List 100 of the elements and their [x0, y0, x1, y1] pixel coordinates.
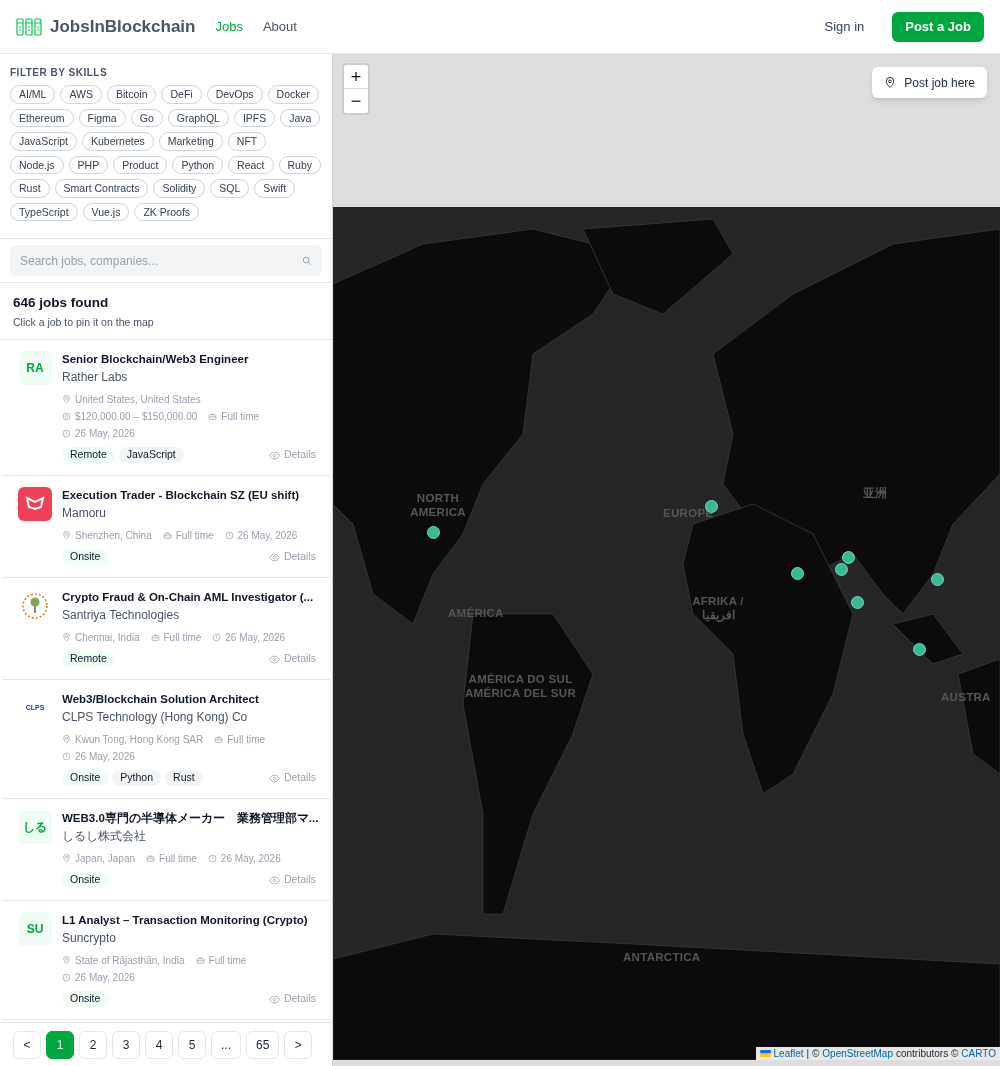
job-title[interactable]: L1 Analyst – Transaction Monitoring (Crypto) [62, 912, 308, 928]
location-pin-icon [62, 956, 71, 965]
post-job-here-button[interactable]: Post job here [872, 67, 987, 98]
nav-link[interactable]: About [262, 16, 297, 37]
page-button[interactable]: 3 [112, 1030, 140, 1059]
attribution-link[interactable]: OpenStreetMap [822, 1046, 893, 1061]
map-label: AUSTRA [941, 690, 991, 704]
skill-chip[interactable]: ZK Proofs [134, 202, 200, 221]
flag-icon [759, 1050, 771, 1057]
skill-chip[interactable]: Ruby [278, 155, 322, 174]
work-mode-tag: Onsite [62, 991, 109, 1007]
company-name: Mamoru [62, 505, 107, 521]
skill-chip[interactable]: Swift [254, 179, 296, 198]
job-title[interactable]: Web3/Blockchain Solution Architect [62, 691, 259, 707]
eye-icon [268, 653, 280, 665]
page-button[interactable]: 65 [246, 1030, 280, 1059]
job-type: Full time [227, 733, 266, 747]
sign-in-link[interactable]: Sign in [824, 16, 865, 37]
location-pin-icon [62, 854, 71, 863]
skill-chip[interactable]: Node.js [10, 155, 64, 174]
job-date: 26 May, 2026 [75, 971, 135, 985]
work-mode-tag: Onsite [62, 770, 109, 786]
job-title[interactable]: Execution Trader - Blockchain SZ (EU shift) [62, 487, 300, 503]
skill-chip[interactable]: Vue.js [82, 202, 130, 221]
job-date: 26 May, 2026 [237, 529, 298, 543]
skill-chip[interactable]: TypeScript [10, 202, 78, 221]
skill-chip[interactable]: AWS [60, 85, 102, 104]
skill-chip[interactable]: Bitcoin [106, 85, 157, 104]
zoom-in-button[interactable]: + [344, 65, 368, 89]
skill-chip[interactable]: React [228, 155, 274, 174]
job-title[interactable]: Senior Blockchain/Web3 Engineer [62, 351, 249, 367]
job-title[interactable]: Crypto Fraud & On-Chain AML Investigator (... [62, 589, 314, 605]
skill-chip[interactable]: Go [130, 108, 163, 127]
work-mode-tag: Onsite [62, 872, 109, 888]
skill-chip[interactable]: Figma [78, 108, 126, 127]
job-location: Kwun Tong, Hong Kong SAR [75, 733, 204, 747]
eye-icon [268, 449, 280, 461]
skill-chip[interactable]: NFT [227, 132, 267, 151]
skill-chip[interactable]: Smart Contracts [54, 179, 149, 198]
briefcase-icon [214, 735, 224, 744]
job-title[interactable]: WEB3.0専門の半導体メーカー 業務管理部マ... [62, 810, 319, 826]
map-label: ANTARCTICA [623, 950, 701, 964]
job-type: Full time [159, 852, 197, 866]
location-pin-icon [62, 395, 71, 404]
clock-icon [212, 633, 222, 642]
work-mode-tag: Remote [62, 447, 115, 463]
skill-chip[interactable]: IPFS [233, 108, 276, 127]
skill-chip[interactable]: AI/ML [10, 85, 56, 104]
company-logo-icon [18, 487, 52, 521]
skill-chip[interactable]: Product [113, 155, 168, 174]
clock-icon [62, 752, 71, 761]
job-date: 26 May, 2026 [225, 631, 286, 645]
page-button[interactable]: ... [211, 1030, 241, 1059]
attribution-link[interactable]: CARTO [961, 1046, 996, 1061]
job-date: 26 May, 2026 [75, 427, 135, 441]
location-pin-icon [62, 531, 71, 540]
search-field[interactable]: Search jobs, companies... [10, 245, 322, 276]
page-button[interactable]: 4 [145, 1030, 173, 1059]
skill-chip[interactable]: Ethereum [10, 108, 74, 127]
job-location: State of Rājasthān, India [75, 954, 185, 968]
page-button[interactable]: 5 [178, 1030, 206, 1059]
skill-chip[interactable]: PHP [68, 155, 109, 174]
page-button[interactable]: < [13, 1030, 41, 1059]
skill-chip[interactable]: SQL [210, 179, 250, 198]
skill-chip[interactable]: Docker [267, 85, 319, 104]
brand-name[interactable]: JobsInBlockchain [50, 13, 196, 40]
skill-chip[interactable]: JavaScript [10, 132, 78, 151]
job-location: United States, United States [75, 393, 201, 407]
briefcase-icon [150, 633, 160, 642]
logo-icon [16, 16, 42, 37]
skill-tag: JavaScript [118, 447, 184, 463]
page-button[interactable]: 2 [79, 1030, 107, 1059]
skill-chip[interactable]: Solidity [153, 179, 206, 198]
zoom-out-button[interactable]: − [344, 89, 368, 113]
coin-icon [62, 412, 71, 421]
eye-icon [268, 551, 280, 563]
page-button[interactable]: > [284, 1030, 313, 1059]
work-mode-tag: Remote [62, 651, 115, 667]
skill-chip[interactable]: Python [172, 155, 224, 174]
map-label: AMÉRICA DO SUL AMÉRICA DEL SUR [464, 672, 577, 700]
skill-chip[interactable]: Rust [10, 179, 50, 198]
skill-chip[interactable]: Marketing [158, 132, 223, 151]
attribution-link[interactable]: Leaflet [773, 1046, 804, 1061]
location-pin-icon [62, 633, 71, 642]
eye-icon [268, 993, 280, 1005]
map-label: NORTH AMERICA [409, 491, 467, 519]
skill-chip[interactable]: Kubernetes [82, 132, 154, 151]
skill-chip[interactable]: Java [280, 108, 321, 127]
skill-chip[interactable]: DeFi [161, 85, 202, 104]
map-label: AMÉRICA [448, 606, 504, 620]
briefcase-icon [146, 854, 156, 863]
map-label: AFRIKA / افريقيا [691, 594, 745, 622]
skill-chip[interactable]: GraphQL [167, 108, 229, 127]
hint-text: Click a job to pin it on the map [13, 315, 155, 331]
briefcase-icon [162, 531, 172, 540]
skill-chip[interactable]: DevOps [206, 85, 263, 104]
attribution-text: contributors © [895, 1047, 959, 1061]
jobs-count: 646 jobs found [13, 294, 110, 312]
search-icon [302, 255, 312, 266]
clock-icon [62, 429, 71, 438]
